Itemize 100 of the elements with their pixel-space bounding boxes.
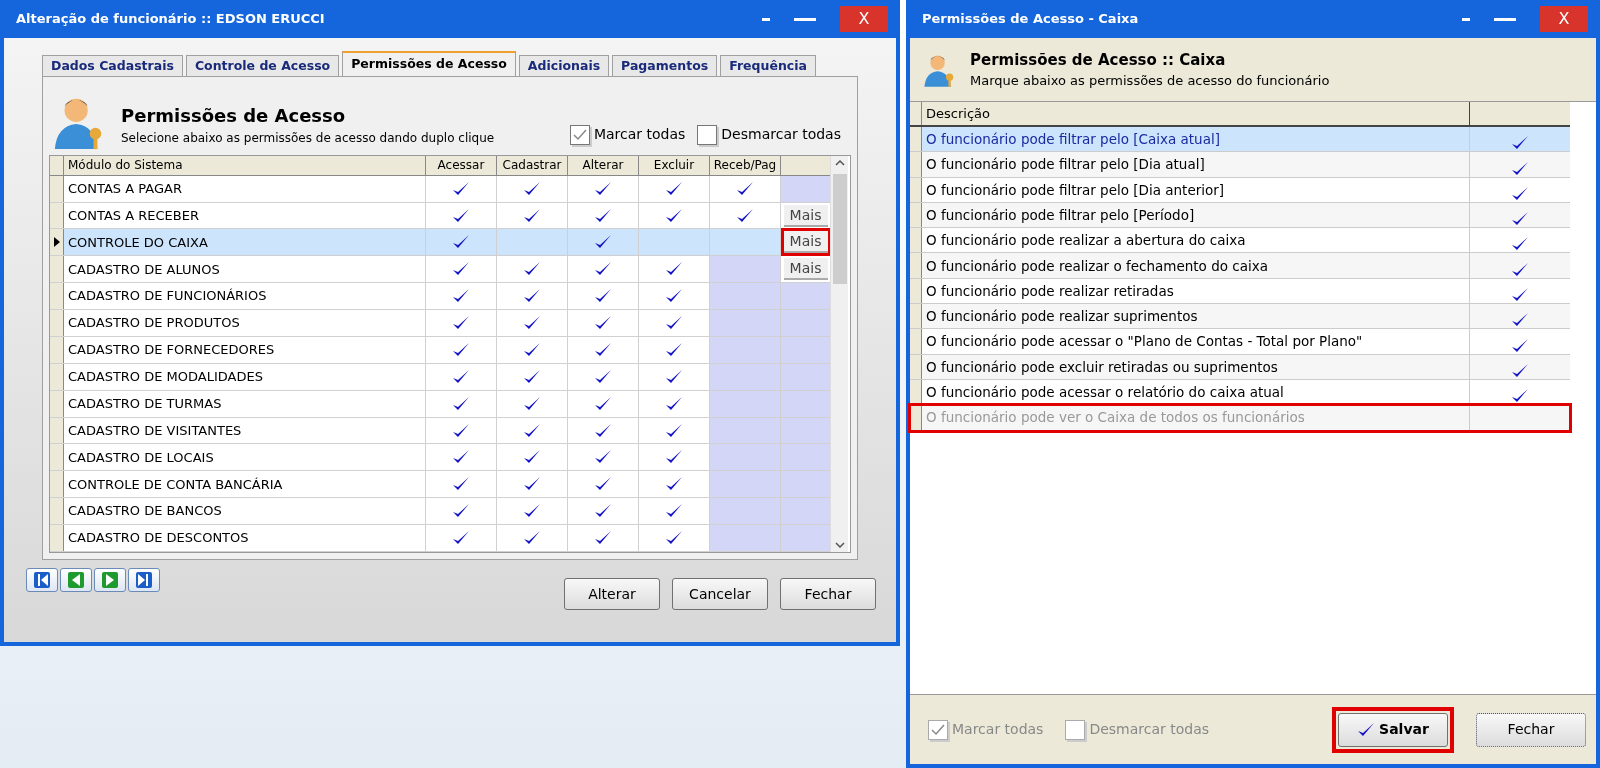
table-row[interactable]: CADASTRO DE ALUNOS Mais — [50, 256, 830, 284]
row-header — [910, 304, 922, 329]
dialog-button[interactable]: Cancelar — [672, 578, 768, 610]
minimize-icon[interactable] — [1462, 17, 1470, 21]
check-icon — [452, 315, 470, 331]
close-button[interactable]: X — [840, 6, 888, 32]
table-row[interactable]: CONTROLE DO CAIXA Mais — [50, 229, 830, 257]
check-icon — [523, 395, 541, 412]
table-cell: O funcionário pode realizar o fechamento do caixa — [922, 253, 1470, 278]
table-row[interactable]: O funcionário pode realizar o fechamento do caixa — [910, 253, 1570, 279]
check-icon — [452, 341, 470, 358]
permission-cell[interactable] — [710, 336, 781, 363]
row-header — [910, 228, 922, 253]
more-button[interactable]: Mais — [783, 204, 828, 227]
maximize-icon[interactable] — [794, 17, 816, 21]
table-row[interactable]: CADASTRO DE VISITANTES — [50, 417, 830, 445]
permission-cell[interactable] — [710, 283, 781, 310]
tab[interactable]: Permissões de Acesso — [342, 51, 516, 76]
check-icon — [665, 422, 683, 439]
table-row[interactable]: O funcionário pode filtrar pelo [Dia anterior] — [910, 177, 1570, 203]
first-page-button[interactable] — [26, 568, 58, 592]
row-header — [50, 498, 64, 525]
table-row[interactable]: CONTAS A RECEBER Mais — [50, 202, 830, 230]
maximize-icon[interactable] — [1494, 17, 1516, 21]
permission-cell[interactable] — [710, 498, 781, 525]
section-subtitle: Selecione abaixo as permissões de acesso dando duplo clique — [121, 130, 496, 147]
scroll-up-icon[interactable] — [834, 160, 845, 166]
permission-cell[interactable] — [710, 390, 781, 417]
permission-cell[interactable] — [710, 525, 781, 551]
more-button[interactable]: Mais — [783, 231, 828, 254]
dialog-button[interactable]: Fechar — [780, 578, 876, 610]
dialog-button[interactable]: Alterar — [564, 578, 660, 610]
table-row[interactable]: CADASTRO DE BANCOS — [50, 498, 830, 526]
permission-cell[interactable] — [710, 471, 781, 498]
table-row[interactable]: CADASTRO DE PRODUTOS — [50, 310, 830, 337]
table-row[interactable]: O funcionário pode realizar suprimentos — [910, 304, 1570, 330]
permission-cell[interactable] — [710, 417, 781, 444]
checkbox[interactable] — [697, 124, 718, 145]
row-header — [910, 405, 922, 430]
scroll-down-icon[interactable] — [834, 542, 845, 548]
save-button[interactable]: Salvar — [1338, 712, 1448, 747]
tab[interactable]: Frequência — [720, 55, 816, 76]
row-header — [910, 278, 922, 304]
table-cell: CADASTRO DE FUNCIONÁRIOS — [64, 283, 426, 310]
tab[interactable]: Pagamentos — [612, 55, 718, 76]
more-button[interactable]: Mais — [783, 258, 828, 281]
permission-cell[interactable] — [710, 256, 781, 283]
table-row[interactable]: CONTROLE DE CONTA BANCÁRIA — [50, 471, 830, 499]
check-icon — [665, 207, 683, 224]
minimize-icon[interactable] — [762, 17, 770, 21]
row-header — [50, 417, 64, 444]
checkbox-label: Desmarcar todas — [721, 125, 841, 144]
checkbox-label: Desmarcar todas — [1089, 720, 1210, 739]
table-row[interactable]: O funcionário pode realizar retiradas — [910, 278, 1570, 305]
check-icon — [452, 368, 470, 385]
checkbox-label: Marcar todas — [593, 125, 686, 144]
permission-cell[interactable] — [710, 363, 781, 390]
row-header — [910, 329, 922, 354]
table-row[interactable]: CADASTRO DE MODALIDADES — [50, 363, 830, 391]
table-cell: CADASTRO DE MODALIDADES — [64, 363, 426, 390]
check-icon — [665, 180, 683, 197]
table-row[interactable]: O funcionário pode acessar o "Plano de Contas - Total por Plano" — [910, 329, 1570, 355]
check-icon — [594, 315, 612, 331]
check-icon — [452, 422, 470, 439]
permission-cell[interactable] — [710, 310, 781, 336]
table-cell: O funcionário pode filtrar pelo [Caixa atual] — [922, 127, 1470, 152]
table-row[interactable]: CADASTRO DE LOCAIS — [50, 444, 830, 472]
check-icon — [665, 395, 683, 412]
table-row[interactable]: CADASTRO DE FUNCIONÁRIOS — [50, 283, 830, 311]
tab[interactable]: Controle de Acesso — [185, 55, 340, 76]
row-header — [50, 256, 64, 283]
table-row[interactable]: O funcionário pode filtrar pelo [Caixa atual] — [910, 127, 1570, 153]
row-header — [910, 202, 922, 228]
table-cell: O funcionário pode filtrar pelo [Dia atual] — [922, 152, 1470, 177]
check-icon — [594, 530, 612, 546]
table-row[interactable]: O funcionário pode filtrar pelo [Período] — [910, 202, 1570, 229]
scroll-thumb[interactable] — [832, 174, 847, 284]
table-row[interactable]: CADASTRO DE TURMAS — [50, 390, 830, 418]
table-row[interactable]: CADASTRO DE FORNECEDORES — [50, 336, 830, 364]
check-icon — [594, 368, 612, 385]
table-row[interactable]: O funcionário pode realizar a abertura do caixa — [910, 228, 1570, 254]
close-dialog-button[interactable]: Fechar — [1476, 712, 1586, 747]
table-cell: O funcionário pode filtrar pelo [Dia anterior] — [922, 177, 1470, 202]
last-page-button[interactable] — [128, 568, 160, 592]
table-row[interactable]: O funcionário pode filtrar pelo [Dia atual] — [910, 152, 1570, 178]
table-row[interactable]: O funcionário pode excluir retiradas ou suprimentos — [910, 354, 1570, 380]
next-page-button[interactable] — [94, 568, 126, 592]
permission-cell[interactable] — [710, 444, 781, 471]
row-header — [50, 444, 64, 471]
checkbox[interactable] — [569, 124, 590, 145]
scrollbar[interactable] — [830, 156, 848, 552]
column-header: Receb/Pag — [710, 156, 781, 175]
table-row[interactable]: CADASTRO DE DESCONTOS — [50, 525, 830, 552]
tab[interactable]: Dados Cadastrais — [42, 55, 183, 76]
section-heading: Permissões de Acesso — [121, 104, 347, 128]
prev-page-button[interactable] — [60, 568, 92, 592]
table-row[interactable]: CONTAS A PAGAR — [50, 175, 830, 203]
close-button[interactable]: X — [1540, 6, 1588, 32]
table-cell: CADASTRO DE TURMAS — [64, 390, 426, 417]
tab[interactable]: Adicionais — [518, 55, 610, 76]
